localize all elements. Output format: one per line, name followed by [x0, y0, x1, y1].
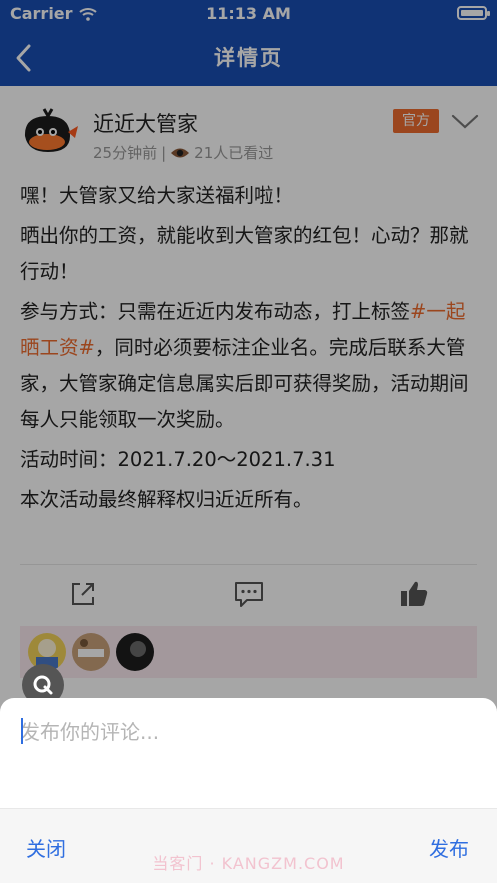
- comment-input[interactable]: [20, 716, 480, 748]
- text-caret: [21, 718, 23, 744]
- publish-button[interactable]: 发布: [429, 833, 469, 862]
- comment-sheet: 关闭 当客门 · KANGZM.COM 发布: [0, 698, 497, 883]
- watermark: 当客门 · KANGZM.COM: [152, 854, 345, 873]
- sheet-toolbar: 关闭 当客门 · KANGZM.COM 发布: [0, 808, 497, 883]
- q-icon: [33, 675, 53, 695]
